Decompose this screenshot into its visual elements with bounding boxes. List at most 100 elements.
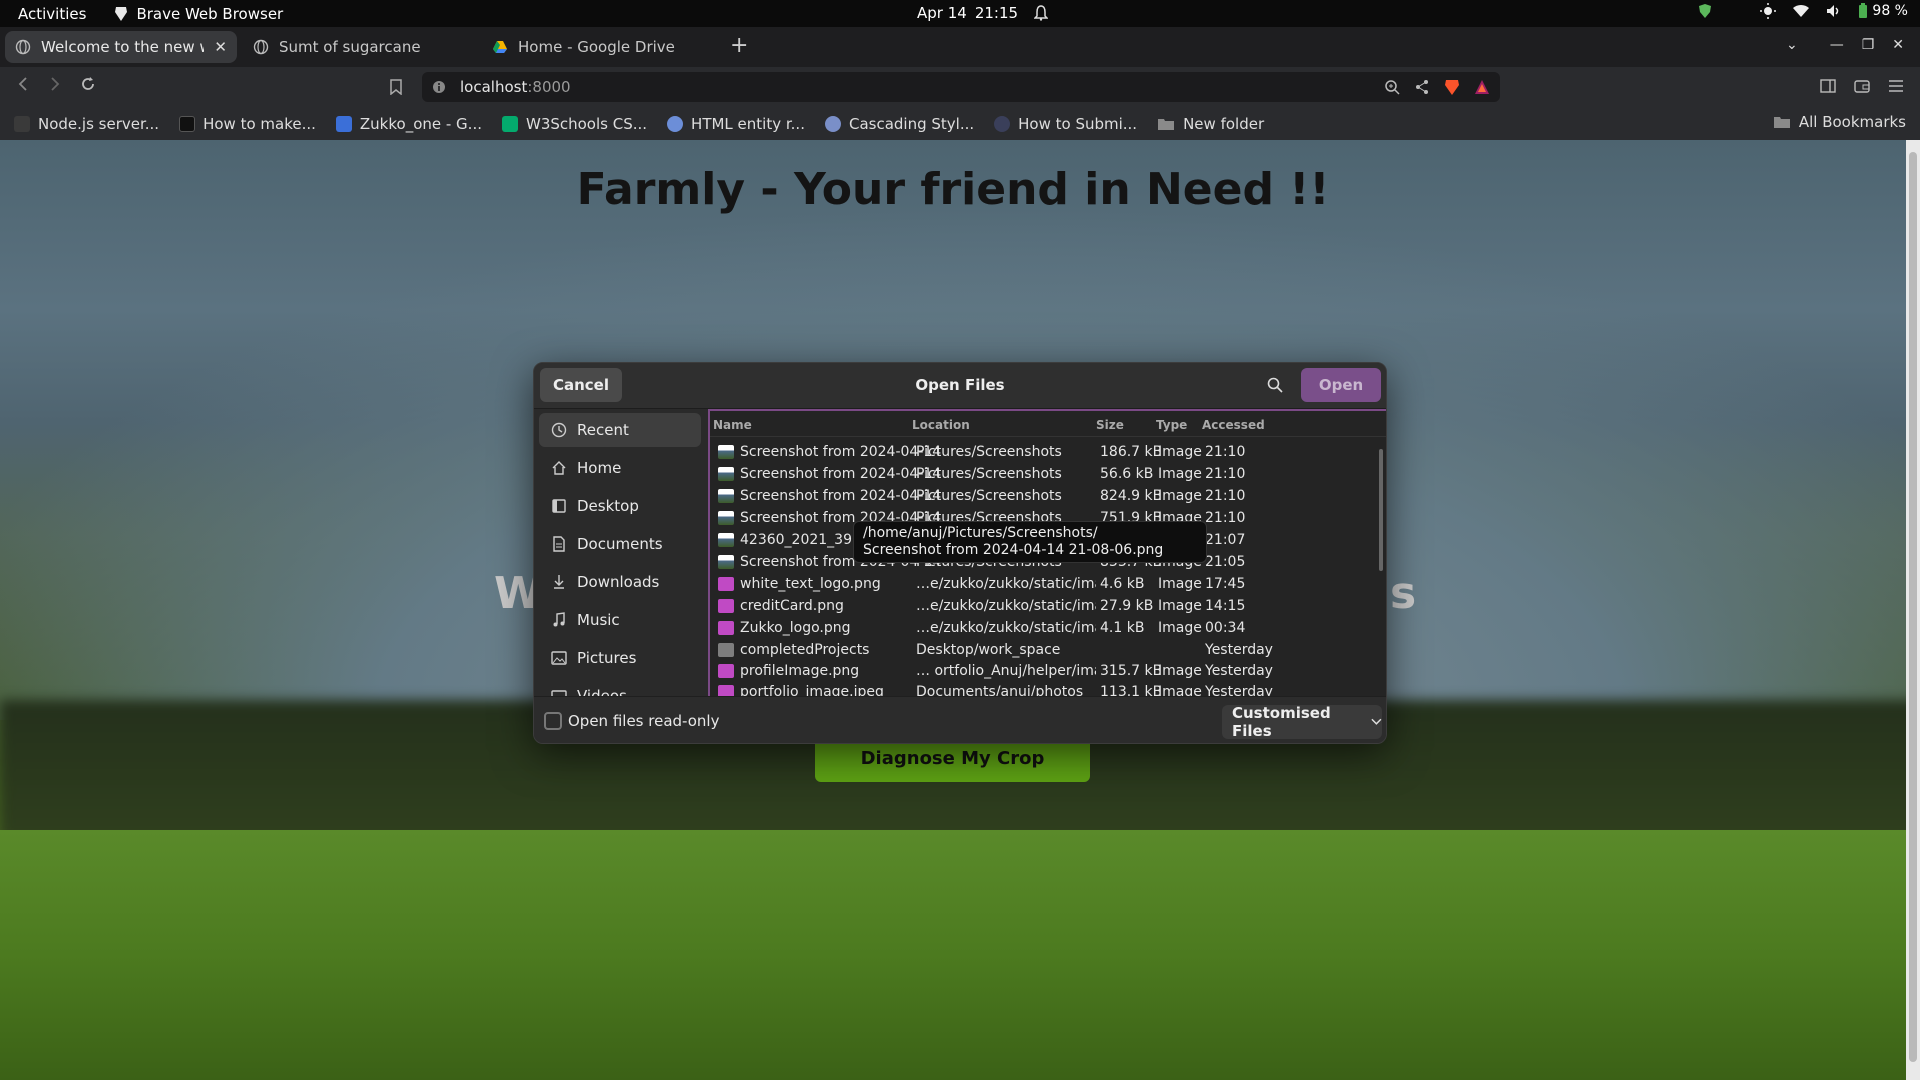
file-list-scrollbar[interactable] [1379, 449, 1383, 571]
column-accessed[interactable]: Accessed [1202, 418, 1265, 432]
bookmark-item[interactable]: Node.js server... [14, 115, 159, 133]
tooltip-line: /home/anuj/Pictures/Screenshots/ [863, 525, 1098, 541]
minimize-icon[interactable]: — [1830, 37, 1844, 53]
search-icon[interactable] [1266, 376, 1284, 394]
column-name[interactable]: Name [713, 418, 752, 432]
file-row[interactable]: Screenshot from 2024-04-14 ...Pictures/S… [710, 441, 1386, 463]
file-filter-dropdown[interactable]: Customised Files [1222, 704, 1382, 740]
open-button[interactable]: Open [1301, 368, 1381, 402]
sidebar-icon[interactable] [1820, 79, 1836, 93]
image-file-icon [718, 511, 734, 525]
file-row[interactable]: profileImage.png … ortfolio_Anuj/helper/i… [710, 660, 1386, 682]
place-label: Videos [577, 687, 627, 696]
download-icon [554, 575, 564, 589]
wallet-icon[interactable] [1854, 79, 1870, 93]
tab-sugarcane[interactable]: Sumt of sugarcane [243, 31, 475, 63]
file-type: Image [1158, 576, 1202, 592]
toolbar-right-actions [1820, 79, 1904, 93]
bookmark-page-icon[interactable] [390, 79, 402, 95]
image-file-icon [718, 577, 734, 591]
bookmark-item[interactable]: How to make... [179, 115, 316, 133]
file-size: 27.9 kB [1100, 598, 1154, 614]
bookmark-item[interactable]: Cascading Styl... [824, 115, 974, 133]
place-desktop[interactable]: Desktop [539, 489, 701, 523]
bookmark-item[interactable]: How to Submi... [994, 115, 1137, 133]
site-info-icon[interactable] [432, 80, 446, 94]
readonly-checkbox[interactable] [544, 712, 562, 730]
file-row[interactable]: portfolio_image.jpeg Documents/anuj/photo… [710, 681, 1386, 696]
places-sidebar: Recent Home Desktop Documents Downloads … [534, 409, 708, 696]
tab-strip: Welcome to the new wor ✕ Sumt of sugarca… [0, 27, 1920, 67]
folder-icon [718, 643, 734, 657]
nav-buttons [16, 76, 96, 92]
tab-close-icon[interactable]: ✕ [214, 38, 227, 56]
close-window-icon[interactable]: ✕ [1892, 37, 1904, 53]
file-accessed: 21:10 [1205, 466, 1246, 482]
clock[interactable]: Apr 14 21:15 [917, 4, 1049, 22]
chevron-down-icon [1371, 718, 1382, 725]
bookmark-folder[interactable]: New folder [1157, 115, 1264, 133]
new-tab-button[interactable]: + [730, 35, 748, 57]
file-row[interactable]: completedProjects Desktop/work_space Yeste… [710, 639, 1386, 661]
image-file-icon [718, 533, 734, 547]
bookmark-label: How to make... [203, 114, 316, 133]
share-icon[interactable] [1414, 79, 1430, 95]
place-home[interactable]: Home [539, 451, 701, 485]
file-name: Zukko_logo.png [740, 620, 851, 636]
file-size: 113.1 kB [1100, 684, 1160, 696]
dialog-title: Open Files [915, 376, 1005, 394]
battery-percent: 98 % [1872, 3, 1908, 19]
place-recent[interactable]: Recent [539, 413, 701, 447]
bookmark-favicon-icon [824, 115, 841, 132]
file-type: Image [1158, 466, 1202, 482]
tab-welcome[interactable]: Welcome to the new wor ✕ [5, 31, 237, 63]
forward-icon[interactable] [48, 76, 62, 92]
bookmark-item[interactable]: Zukko_one - G... [335, 115, 482, 133]
file-location: Pictures/Screenshots [916, 488, 1062, 504]
place-music[interactable]: Music [539, 603, 701, 637]
rice-field-background [0, 830, 1920, 1080]
file-size: 824.9 kB [1100, 488, 1160, 504]
url-port: :8000 [527, 78, 571, 96]
back-icon[interactable] [16, 76, 30, 92]
file-accessed: Yesterday [1205, 663, 1273, 679]
place-pictures[interactable]: Pictures [539, 641, 701, 675]
brave-rewards-icon[interactable] [1474, 79, 1490, 95]
zoom-icon[interactable] [1384, 79, 1400, 95]
activities-button[interactable]: Activities [18, 5, 86, 23]
bookmark-item[interactable]: W3Schools CS... [501, 114, 648, 133]
file-size: 186.7 kB [1100, 444, 1160, 460]
bookmark-label: W3Schools CS... [525, 114, 648, 133]
page-scrollbar[interactable] [1906, 140, 1920, 1080]
restore-icon[interactable]: ❐ [1862, 37, 1875, 53]
scrollbar-thumb[interactable] [1909, 152, 1917, 1062]
place-downloads[interactable]: Downloads [539, 565, 701, 599]
bookmark-item[interactable]: HTML entity r... [667, 115, 805, 133]
brave-shields-icon[interactable] [1444, 78, 1460, 96]
file-size: 4.6 kB [1100, 576, 1145, 592]
app-menu[interactable]: Brave Web Browser [114, 5, 283, 23]
reload-icon[interactable] [80, 76, 96, 92]
menu-icon[interactable] [1888, 79, 1904, 93]
folder-icon [1158, 118, 1175, 130]
place-documents[interactable]: Documents [539, 527, 701, 561]
file-row[interactable]: Screenshot from 2024-04-14 ...Pictures/S… [710, 485, 1386, 507]
file-location: …e/zukko/zukko/static/images [916, 620, 1096, 636]
file-row[interactable]: white_text_logo.png …e/zukko/zukko/static… [710, 573, 1386, 595]
file-accessed: 21:10 [1205, 510, 1246, 526]
all-bookmarks-button[interactable]: All Bookmarks [1773, 113, 1906, 131]
file-row[interactable]: Zukko_logo.png …e/zukko/zukko/static/imag… [710, 617, 1386, 639]
column-location[interactable]: Location [912, 418, 970, 432]
system-tray[interactable]: 98 % [1698, 3, 1908, 19]
tab-list-chevron-icon[interactable]: ⌄ [1786, 37, 1798, 53]
column-size[interactable]: Size [1096, 418, 1124, 432]
tab-google-drive[interactable]: Home - Google Drive [482, 31, 714, 63]
address-bar[interactable]: localhost:8000 [422, 72, 1500, 102]
file-row[interactable]: creditCard.png …e/zukko/zukko/static/imag… [710, 595, 1386, 617]
place-videos[interactable]: Videos [539, 679, 701, 696]
file-row[interactable]: Screenshot from 2024-04-14 ...Pictures/S… [710, 463, 1386, 485]
folder-icon [1773, 117, 1790, 128]
column-type[interactable]: Type [1156, 418, 1187, 432]
home-icon [552, 461, 566, 475]
brave-lion-icon [115, 6, 128, 21]
